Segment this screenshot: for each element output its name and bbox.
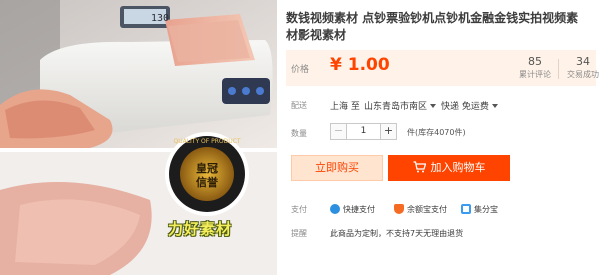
- product-info-panel: 数钱视频素材 点钞票验钞机点钞机金融金钱实拍视频素材影视素材 价格 ¥ 1.00…: [286, 0, 599, 246]
- payment-option-jifenbao[interactable]: 集分宝: [461, 204, 498, 215]
- add-to-cart-button[interactable]: 加入购物车: [388, 155, 510, 181]
- shipping-label: 配送: [291, 101, 307, 110]
- quantity-input[interactable]: 1: [347, 123, 380, 140]
- jifenbao-icon: [461, 204, 471, 214]
- decrease-quantity-button[interactable]: −: [330, 123, 347, 140]
- price-value: ¥ 1.00: [330, 55, 390, 75]
- chevron-down-icon: [430, 104, 437, 108]
- payment-option-label: 快捷支付: [343, 205, 375, 214]
- shipping-destination: 山东青岛市南区: [364, 102, 428, 112]
- payment-row: 支付 快捷支付 余额宝支付 集分宝: [286, 198, 596, 222]
- counter-display: 130: [151, 13, 170, 24]
- notice-label: 提醒: [291, 229, 307, 238]
- payment-option-label: 集分宝: [474, 205, 498, 214]
- product-image[interactable]: 皇冠 信誉 QUALITY OF PRODUCT 130 力好素材: [0, 0, 277, 275]
- svg-text:信誉: 信誉: [196, 175, 219, 189]
- payment-label: 支付: [291, 205, 307, 214]
- courier-text: 快递 免运费: [441, 102, 489, 112]
- increase-quantity-button[interactable]: +: [380, 123, 397, 140]
- shipping-row: 配送 上海 至 山东青岛市南区 快递 免运费: [286, 92, 596, 120]
- sales-stat: 34 交易成功: [567, 55, 599, 80]
- chevron-down-icon: [491, 104, 498, 108]
- courier-select[interactable]: 快递 免运费: [441, 99, 498, 112]
- sales-count: 34: [576, 55, 590, 68]
- quantity-label: 数量: [291, 129, 307, 138]
- add-to-cart-label: 加入购物车: [430, 161, 486, 174]
- quick-pay-icon: [330, 204, 340, 214]
- notice-text: 此商品为定制，不支持7天无理由退货: [330, 229, 464, 238]
- shipping-destination-select[interactable]: 山东青岛市南区: [364, 99, 437, 112]
- payment-option-yeb[interactable]: 余额宝支付: [394, 204, 447, 215]
- action-buttons: 立即购买 加入购物车: [286, 151, 596, 191]
- quantity-row: 数量 − 1 + 件(库存4070件): [286, 120, 596, 148]
- cart-icon: [413, 161, 426, 173]
- shipping-origin: 上海 至: [330, 102, 360, 112]
- watermark-text: 力好素材: [168, 220, 233, 238]
- yuebao-icon: [394, 204, 404, 214]
- svg-text:QUALITY OF PRODUCT: QUALITY OF PRODUCT: [173, 138, 240, 145]
- payment-option-quick[interactable]: 快捷支付: [330, 204, 375, 215]
- payment-option-label: 余额宝支付: [407, 205, 447, 214]
- buy-now-button[interactable]: 立即购买: [291, 155, 383, 181]
- sales-label: 交易成功: [567, 70, 599, 79]
- reviews-label: 累计评论: [519, 70, 551, 79]
- notice-row: 提醒 此商品为定制，不支持7天无理由退货: [286, 222, 596, 246]
- quantity-stepper: − 1 +: [330, 123, 397, 140]
- price-amount: 1.00: [347, 55, 390, 75]
- price-label: 价格: [291, 65, 310, 75]
- product-photo: 皇冠 信誉 QUALITY OF PRODUCT: [0, 0, 277, 275]
- product-title: 数钱视频素材 点钞票验钞机点钞机金融金钱实拍视频素材影视素材: [286, 11, 579, 42]
- reviews-count: 85: [528, 55, 542, 68]
- price-section: 价格 ¥ 1.00 85 累计评论 34 交易成功: [286, 50, 599, 86]
- svg-text:皇冠: 皇冠: [196, 161, 218, 175]
- stock-info: 件(库存4070件): [407, 128, 466, 137]
- currency-symbol: ¥: [330, 55, 342, 75]
- stat-divider: [558, 59, 559, 79]
- product-page: 皇冠 信誉 QUALITY OF PRODUCT 130 力好素材 数钱视频素材…: [0, 0, 599, 275]
- reviews-stat[interactable]: 85 累计评论: [519, 55, 551, 80]
